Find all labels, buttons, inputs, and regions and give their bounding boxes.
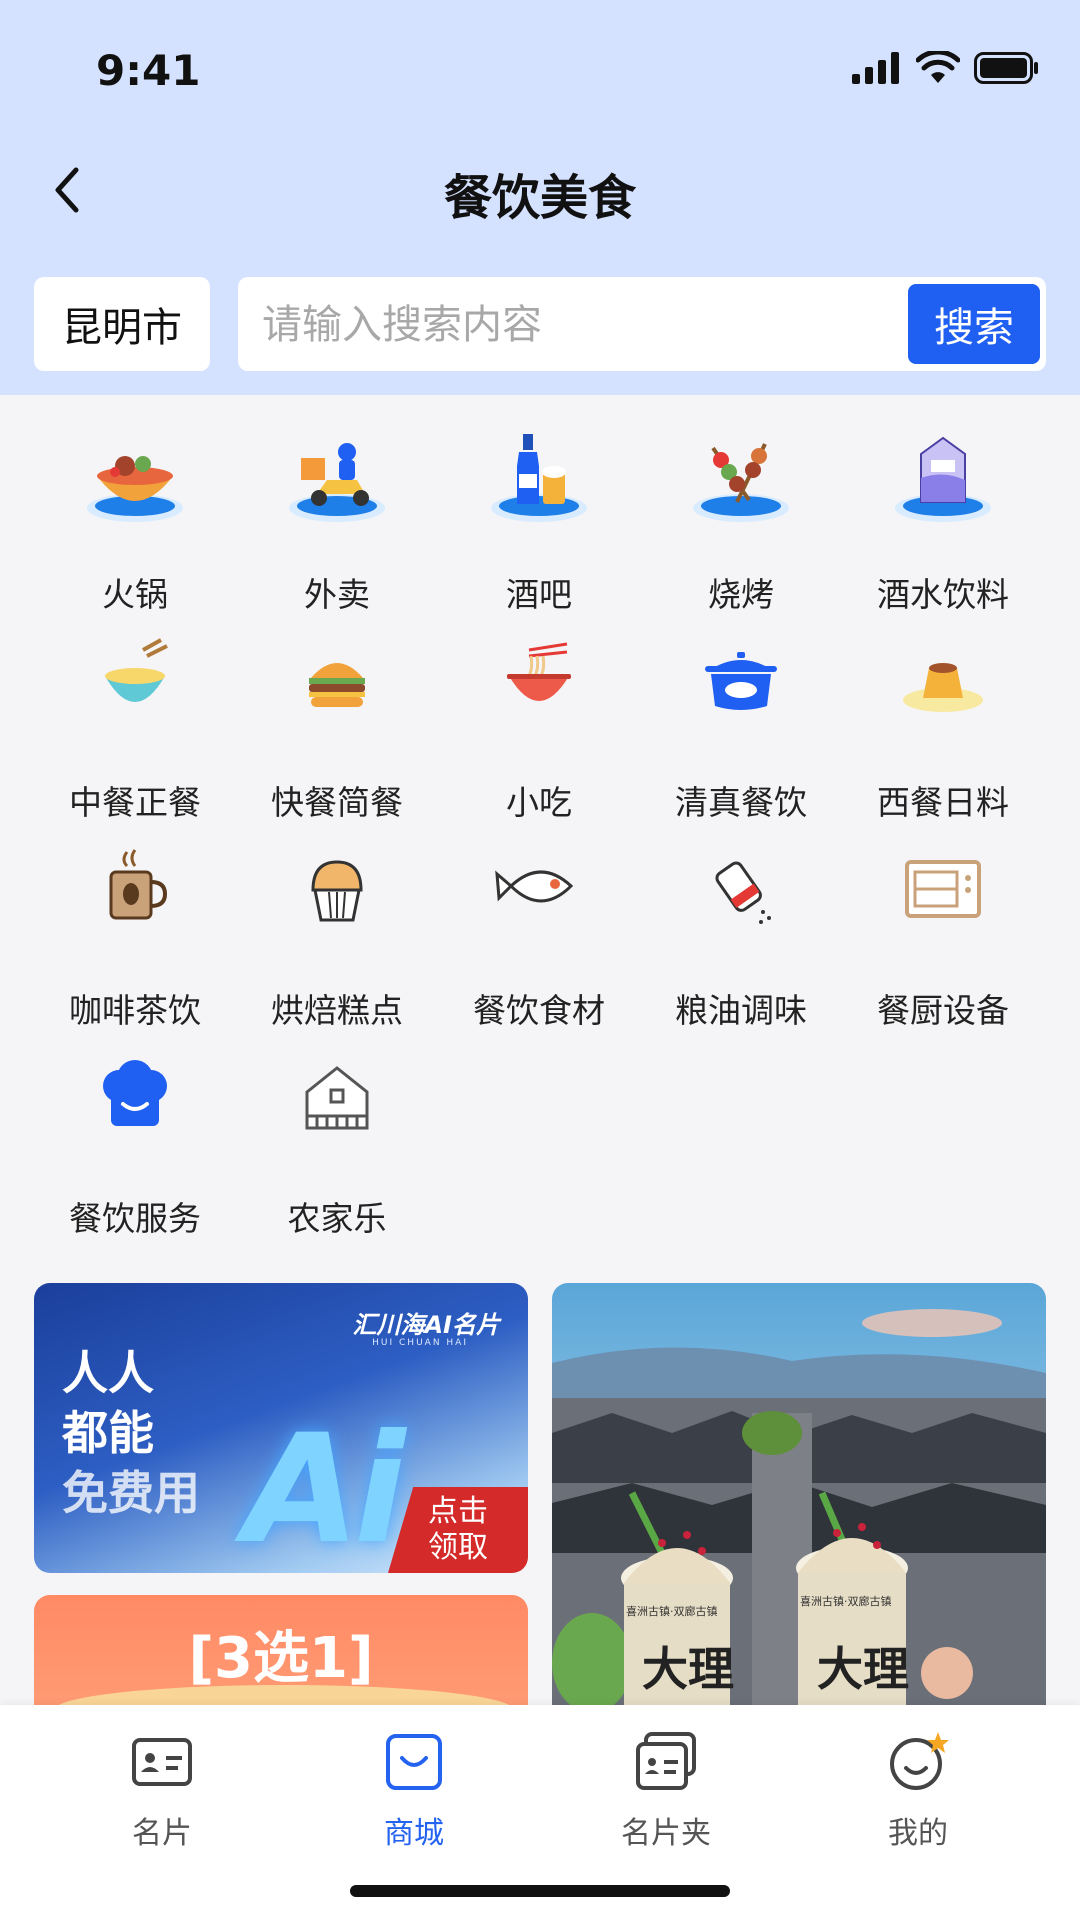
category-farmhouse[interactable]: 农家乐 [236,1044,438,1244]
category-label: 咖啡茶饮 [69,991,201,1030]
nav-item-mall[interactable]: 商城 [314,1730,514,1851]
nav-label: 商城 [384,1816,444,1851]
category-grain-oil[interactable]: 粮油调味 [640,836,842,1036]
search-bar: 搜索 [238,277,1046,373]
category-coffee-tea[interactable]: 咖啡茶饮 [34,836,236,1036]
category-grid: 火锅 外卖 酒吧 烧烤 酒水饮料 中餐正餐 快餐简餐 小吃 清真餐饮 西餐日料 … [0,420,1080,1252]
bottle-beer-icon [491,434,587,522]
nav-item-card[interactable]: 名片 [62,1730,262,1851]
category-label: 酒吧 [506,575,572,614]
category-label: 餐饮服务 [69,1199,201,1238]
smiley-profile-icon [890,1732,949,1790]
category-label: 农家乐 [287,1199,387,1238]
status-icons [852,48,1040,88]
category-label: 外卖 [304,575,370,614]
pick-text: [3选1] [188,1626,374,1691]
banner-brand: 汇川海AI名片 [352,1311,500,1339]
nav-item-mine[interactable]: 我的 [818,1730,1018,1851]
ai-card-banner[interactable]: 汇川海AI名片 HUI CHUAN HAI 人人 都能 免费用 Ai 点击 领取 [34,1283,528,1573]
claim-button[interactable]: 点击 领取 [388,1487,528,1573]
category-label: 火锅 [102,575,168,614]
status-time: 9:41 [96,46,201,95]
cup-label-left: 大理 [642,1642,734,1696]
coffee-cup-icon [109,849,168,920]
slogan-line: 人人 [62,1346,154,1400]
category-halal[interactable]: 清真餐饮 [640,628,842,828]
cup-sub-right: 喜洲古镇·双廊古镇 [800,1595,892,1608]
ai-logo-text: Ai [244,1403,405,1573]
category-label: 餐厨设备 [877,991,1009,1030]
wifi-icon [916,51,960,83]
card-holder-icon [636,1732,696,1790]
noodle-bowl-icon [507,642,571,701]
category-delivery[interactable]: 外卖 [236,420,438,620]
nav-item-card-holder[interactable]: 名片夹 [566,1730,766,1851]
slogan-line: 都能 [62,1406,154,1460]
delivery-scooter-icon [289,443,385,522]
hotpot-icon [87,456,183,522]
nav-label: 名片夹 [621,1816,711,1851]
cta-line: 领取 [428,1530,488,1565]
category-label: 西餐日料 [877,783,1009,822]
burger-icon [309,663,365,707]
category-row: 餐饮服务 农家乐 [0,1044,1080,1252]
category-hotpot[interactable]: 火锅 [34,420,236,620]
roast-pot-icon [705,652,777,710]
category-bar[interactable]: 酒吧 [438,420,640,620]
category-label: 烘焙糕点 [271,991,403,1030]
oven-icon [905,860,981,918]
page-title: 餐饮美食 [443,170,636,226]
category-drinks[interactable]: 酒水饮料 [842,420,1044,620]
header: 9:41 餐饮美食 昆明市 搜索 [0,0,1080,395]
pick-three-banner[interactable]: [3选1] [34,1595,528,1705]
cup-label-right: 大理 [817,1642,909,1696]
chef-hat-icon [103,1060,167,1126]
category-row: 中餐正餐 快餐简餐 小吃 清真餐饮 西餐日料 [0,628,1080,836]
city-selector[interactable]: 昆明市 [34,277,210,371]
category-ingredients[interactable]: 餐饮食材 [438,836,640,1036]
category-label: 酒水饮料 [877,575,1009,614]
search-input[interactable] [260,277,904,373]
nav-label: 我的 [888,1816,948,1851]
category-kitchen-equipment[interactable]: 餐厨设备 [842,836,1044,1036]
bowl-chopsticks-icon [105,638,168,702]
category-label: 清真餐饮 [675,783,807,822]
business-card-icon [132,1738,192,1786]
banner-brand-sub: HUI CHUAN HAI [372,1338,468,1348]
home-indicator [350,1885,730,1897]
category-chinese[interactable]: 中餐正餐 [34,628,236,828]
fish-icon [495,870,574,903]
category-label: 中餐正餐 [69,783,201,822]
category-row: 咖啡茶饮 烘焙糕点 餐饮食材 粮油调味 餐厨设备 [0,836,1080,1044]
dali-town-image [552,1283,1046,1705]
salt-shaker-icon [715,861,771,924]
category-fastfood[interactable]: 快餐简餐 [236,628,438,828]
cup-sub-left: 喜洲古镇·双廊古镇 [626,1605,718,1618]
category-catering-service[interactable]: 餐饮服务 [34,1044,236,1244]
cta-line: 点击 [428,1494,488,1529]
shopping-bag-icon [386,1734,442,1790]
signal-icon [852,52,899,84]
battery-icon [974,52,1038,84]
category-label: 粮油调味 [675,991,807,1030]
nav-label: 名片 [132,1816,192,1851]
slogan-line: 免费用 [62,1466,200,1520]
category-bbq[interactable]: 烧烤 [640,420,842,620]
milk-carton-icon [895,436,991,522]
search-button[interactable]: 搜索 [908,284,1040,364]
muffin-icon [311,860,363,922]
category-snacks[interactable]: 小吃 [438,628,640,828]
banner-slogan: 人人 都能 免费用 [62,1343,262,1523]
pudding-icon [903,663,983,712]
category-row: 火锅 外卖 酒吧 烧烤 酒水饮料 [0,420,1080,628]
category-bakery[interactable]: 烘焙糕点 [236,836,438,1036]
category-western-japanese[interactable]: 西餐日料 [842,628,1044,828]
category-label: 小吃 [506,783,572,822]
category-label: 快餐简餐 [271,783,403,822]
category-label: 烧烤 [708,575,774,614]
category-label: 餐饮食材 [473,991,605,1030]
dali-banner[interactable]: 大理 大理 喜洲古镇·双廊古镇 喜洲古镇·双廊古镇 [552,1283,1046,1705]
farmhouse-icon [305,1066,369,1130]
skewer-icon [693,443,789,522]
